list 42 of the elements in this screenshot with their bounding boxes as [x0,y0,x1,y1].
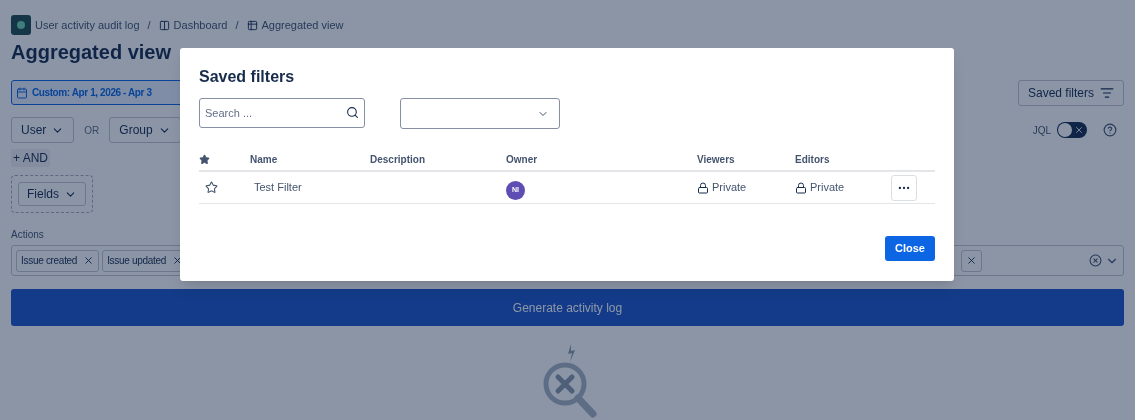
filter-select[interactable] [400,98,560,129]
help-icon[interactable] [1103,123,1117,137]
breadcrumb-link[interactable]: Aggregated view [261,16,344,34]
filter-icon [1100,86,1114,100]
search-field[interactable]: Search ... [199,98,365,128]
clear-icon[interactable] [1089,254,1102,267]
editors-cell-text: Private [810,180,845,196]
action-tag-remove[interactable] [961,249,982,272]
column-header: Viewers [697,153,736,167]
actions-label: Actions [11,228,45,242]
app-logo-icon [11,15,31,35]
jql-toggle[interactable] [1057,122,1087,138]
dashboard-icon [158,19,170,31]
star-icon[interactable] [205,181,218,194]
column-header: Name [249,153,279,167]
remove-icon [966,255,977,266]
add-and-button[interactable]: + AND [11,149,50,167]
breadcrumb-link[interactable]: Dashboard [173,16,228,34]
saved-filters-button[interactable]: Saved filters [1017,80,1124,106]
column-header: Description [370,153,426,167]
generate-activity-log-button[interactable]: Generate activity log [11,289,1124,326]
calendar-icon [16,86,28,99]
breadcrumb-separator: / [234,17,240,33]
breadcrumb-link[interactable]: User activity audit log [35,16,140,34]
user-filter-button[interactable]: User [11,117,75,143]
close-button[interactable]: Close [885,236,935,261]
column-header: Owner [506,153,539,167]
page-title: Aggregated view [11,40,173,64]
lock-icon [795,181,807,194]
breadcrumb-separator: / [146,17,152,33]
action-tag: Issue created [16,249,100,272]
or-label: OR [84,123,100,138]
viewers-cell-text: Private [712,180,747,196]
fields-button[interactable]: Fields [18,182,86,206]
table-icon [246,19,258,31]
jql-label: JQL [1032,123,1051,138]
lock-icon [697,181,709,194]
search-icon [346,106,359,119]
filter-name-cell-text: Test Filter [253,180,303,196]
column-header: Editors [795,153,831,167]
star-icon [199,154,210,165]
close-icon [1074,125,1084,135]
